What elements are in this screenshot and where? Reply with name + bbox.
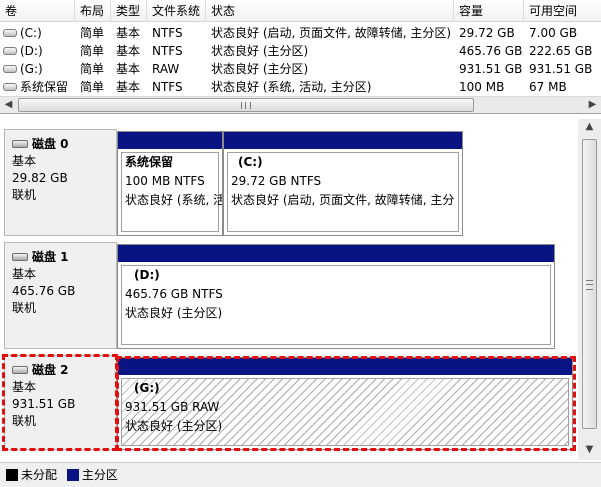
legend-bar: 未分配 主分区: [0, 462, 601, 487]
partition-name: (D:): [134, 268, 160, 282]
volume-cell: (C:): [0, 24, 75, 43]
partition-c[interactable]: (C:) 29.72 GB NTFS 状态良好 (启动, 页面文件, 故障转储,…: [223, 131, 463, 236]
disk-size: 29.82 GB: [12, 171, 68, 185]
column-header-free-space[interactable]: 可用空间: [524, 0, 601, 22]
capacity-cell: 29.72 GB: [459, 26, 515, 40]
table-row[interactable]: (G:) 简单 基本 RAW 状态良好 (主分区) 931.51 GB 931.…: [0, 60, 601, 79]
capacity-cell: 931.51 GB: [459, 62, 523, 76]
disk-name: 磁盘 1: [32, 250, 69, 264]
free-space-cell: 67 MB: [529, 80, 567, 94]
capacity-cell: 100 MB: [459, 80, 505, 94]
legend-unallocated: 未分配: [21, 468, 58, 482]
disk-name: 磁盘 0: [32, 137, 69, 151]
partition-size: 100 MB NTFS: [125, 174, 205, 188]
disk-status: 联机: [12, 188, 37, 202]
status-cell: 状态良好 (系统, 活动, 主分区): [211, 80, 372, 94]
status-cell: 状态良好 (主分区): [211, 44, 309, 58]
free-space-cell: 7.00 GB: [529, 26, 578, 40]
free-space-cell: 931.51 GB: [529, 62, 593, 76]
type-cell: 基本: [116, 44, 141, 58]
drive-icon: [3, 46, 17, 55]
volume-cell: (G:): [0, 60, 75, 79]
legend-primary-partition: 主分区: [81, 468, 118, 482]
partition-status: 状态良好 (主分区): [125, 306, 223, 320]
primary-partition-bar: [118, 245, 554, 262]
table-row[interactable]: 系统保留 简单 基本 NTFS 状态良好 (系统, 活动, 主分区) 100 M…: [0, 78, 601, 97]
type-cell: 基本: [116, 62, 141, 76]
type-cell: 基本: [116, 26, 141, 40]
volume-list: 卷 布局 类型 文件系统 状态 容量 可用空间 (C:) 简单 基本 NTFS …: [0, 0, 601, 114]
disk-type: 基本: [12, 267, 37, 281]
volume-cell: 系统保留: [0, 78, 75, 97]
vertical-scrollbar[interactable]: ▲ ▼: [578, 119, 601, 460]
column-header-capacity[interactable]: 容量: [454, 0, 524, 22]
grip-icon: [586, 280, 593, 290]
drive-icon: [3, 82, 17, 91]
scroll-down-arrow-icon[interactable]: ▼: [581, 442, 598, 459]
disk-icon: [12, 252, 28, 261]
vertical-scroll-thumb[interactable]: [582, 139, 597, 429]
filesystem-cell: RAW: [152, 62, 180, 76]
disk-status: 联机: [12, 301, 37, 315]
column-header-filesystem[interactable]: 文件系统: [147, 0, 206, 22]
disk-1-label[interactable]: 磁盘 1 基本 465.76 GB 联机: [4, 242, 117, 349]
column-header-status[interactable]: 状态: [206, 0, 454, 22]
free-space-cell: 222.65 GB: [529, 44, 593, 58]
disk-icon: [12, 139, 28, 148]
partition-size: 29.72 GB NTFS: [231, 174, 322, 188]
status-cell: 状态良好 (启动, 页面文件, 故障转储, 主分区): [211, 26, 452, 40]
partition-size: 465.76 GB NTFS: [125, 287, 223, 301]
unallocated-swatch-icon: [6, 468, 18, 481]
partition-g-highlight-outline: [116, 356, 576, 451]
disk-2-highlight-outline: [2, 354, 118, 451]
horizontal-scroll-thumb[interactable]: [18, 98, 474, 112]
disk-0-label[interactable]: 磁盘 0 基本 29.82 GB 联机: [4, 129, 117, 236]
primary-partition-bar: [224, 132, 462, 149]
layout-cell: 简单: [80, 26, 105, 40]
layout-cell: 简单: [80, 44, 105, 58]
grip-icon: [241, 102, 251, 109]
layout-cell: 简单: [80, 62, 105, 76]
partition-name: (C:): [238, 155, 263, 169]
partition-status: 状态良好 (启动, 页面文件, 故障转储, 主分: [231, 193, 455, 207]
partition-d[interactable]: (D:) 465.76 GB NTFS 状态良好 (主分区): [117, 244, 555, 349]
column-header-type[interactable]: 类型: [111, 0, 147, 22]
scroll-left-arrow-icon[interactable]: ◀: [0, 97, 17, 113]
table-row[interactable]: (C:) 简单 基本 NTFS 状态良好 (启动, 页面文件, 故障转储, 主分…: [0, 24, 601, 43]
drive-icon: [3, 28, 17, 37]
scroll-right-arrow-icon[interactable]: ▶: [584, 97, 601, 113]
column-header-layout[interactable]: 布局: [75, 0, 111, 22]
table-row[interactable]: (D:) 简单 基本 NTFS 状态良好 (主分区) 465.76 GB 222…: [0, 42, 601, 61]
filesystem-cell: NTFS: [152, 80, 183, 94]
filesystem-cell: NTFS: [152, 44, 183, 58]
volume-list-header: 卷 布局 类型 文件系统 状态 容量 可用空间: [0, 0, 601, 22]
type-cell: 基本: [116, 80, 141, 94]
partition-status: 状态良好 (系统, 活: [125, 193, 222, 207]
disk-type: 基本: [12, 154, 37, 168]
primary-partition-bar: [118, 132, 222, 149]
horizontal-scrollbar[interactable]: ◀ ▶: [0, 96, 601, 113]
drive-icon: [3, 64, 17, 73]
status-cell: 状态良好 (主分区): [211, 62, 309, 76]
capacity-cell: 465.76 GB: [459, 44, 523, 58]
volume-cell: (D:): [0, 42, 75, 61]
column-header-volume[interactable]: 卷: [0, 0, 75, 22]
primary-partition-swatch-icon: [66, 468, 79, 481]
partition-name: 系统保留: [125, 155, 174, 169]
layout-cell: 简单: [80, 80, 105, 94]
partition-system-reserved[interactable]: 系统保留 100 MB NTFS 状态良好 (系统, 活: [117, 131, 223, 236]
disk-size: 465.76 GB: [12, 284, 76, 298]
filesystem-cell: NTFS: [152, 26, 183, 40]
scroll-up-arrow-icon[interactable]: ▲: [581, 119, 598, 136]
